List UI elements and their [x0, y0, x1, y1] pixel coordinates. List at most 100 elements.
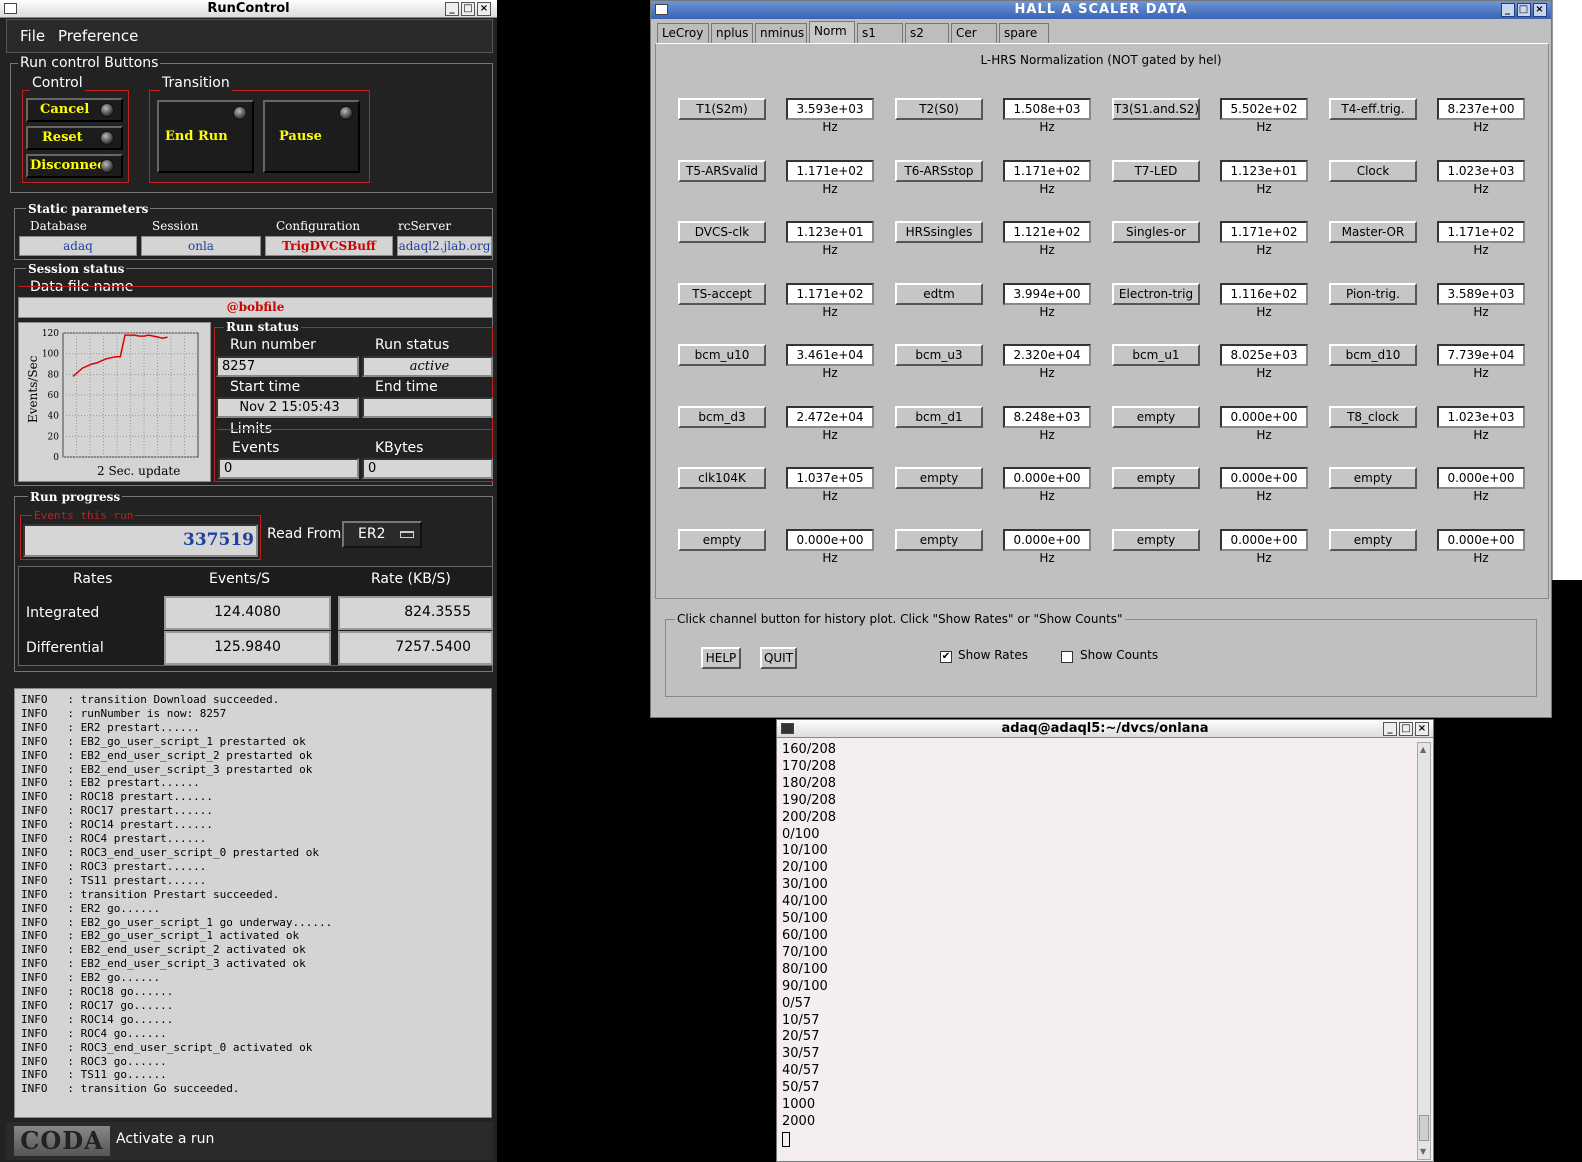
channel-button[interactable]: bcm_d3 [678, 406, 766, 428]
channel-button[interactable]: bcm_u10 [678, 344, 766, 366]
channel-button[interactable]: T1(S2m) [678, 98, 766, 120]
cancel-button[interactable]: Cancel [26, 98, 123, 122]
read-from-select[interactable]: ER2 [342, 521, 422, 548]
channel-button[interactable]: empty [895, 529, 983, 551]
channel-button[interactable]: bcm_d10 [1329, 344, 1417, 366]
tab-nminus[interactable]: nminus [755, 23, 807, 43]
channel-value[interactable]: 1.023e+03 Hz [1437, 160, 1525, 196]
channel-value[interactable]: 2.320e+04 Hz [1003, 344, 1091, 380]
minimize-icon[interactable]: _ [445, 2, 459, 16]
channel-value[interactable]: 1.171e+02 Hz [1003, 160, 1091, 196]
kbytes-limit-input[interactable]: 0 [362, 458, 493, 479]
tab-s2[interactable]: s2 [905, 23, 949, 43]
channel-value[interactable]: 1.121e+02 Hz [1003, 221, 1091, 257]
scroll-thumb[interactable] [1419, 1115, 1429, 1141]
channel-button[interactable]: bcm_u3 [895, 344, 983, 366]
channel-value[interactable]: 1.171e+02 Hz [786, 283, 874, 319]
scroll-up-icon[interactable]: ▲ [1420, 745, 1426, 754]
terminal-icon[interactable] [781, 723, 794, 734]
window-menu-icon[interactable] [4, 3, 17, 14]
channel-button[interactable]: Pion-trig. [1329, 283, 1417, 305]
channel-value[interactable]: 1.508e+03 Hz [1003, 98, 1091, 134]
channel-button[interactable]: T4-eff.trig. [1329, 98, 1417, 120]
channel-button[interactable]: DVCS-clk [678, 221, 766, 243]
channel-button[interactable]: empty [895, 467, 983, 489]
channel-value[interactable]: 3.593e+03 Hz [786, 98, 874, 134]
window-menu-icon[interactable] [655, 4, 668, 15]
channel-button[interactable]: edtm [895, 283, 983, 305]
channel-button[interactable]: empty [1329, 467, 1417, 489]
show-counts-checkbox[interactable] [1061, 651, 1073, 663]
tab-spare[interactable]: spare [999, 23, 1049, 43]
channel-button[interactable]: empty [1112, 467, 1200, 489]
end-run-button[interactable]: End Run [157, 100, 254, 173]
close-icon[interactable]: × [1533, 3, 1547, 17]
events-limit-input[interactable]: 0 [218, 458, 359, 479]
terminal-titlebar[interactable]: adaq@adaql5:~/dvcs/onlana _ □ × [777, 720, 1433, 738]
tab-lecroy[interactable]: LeCroy [657, 23, 709, 43]
channel-value[interactable]: 1.023e+03 Hz [1437, 406, 1525, 442]
channel-button[interactable]: empty [1112, 406, 1200, 428]
channel-button[interactable]: empty [1112, 529, 1200, 551]
channel-button[interactable]: Electron-trig [1112, 283, 1200, 305]
runcontrol-titlebar[interactable]: RunControl _ □ × [0, 0, 497, 18]
channel-button[interactable]: T6-ARSstop [895, 160, 983, 182]
close-icon[interactable]: × [1415, 722, 1429, 736]
channel-button[interactable]: empty [1329, 529, 1417, 551]
channel-button[interactable]: T2(S0) [895, 98, 983, 120]
channel-value[interactable]: 8.248e+03 Hz [1003, 406, 1091, 442]
channel-button[interactable]: T8_clock [1329, 406, 1417, 428]
tab-norm[interactable]: Norm [809, 21, 855, 44]
channel-value[interactable]: 0.000e+00 Hz [1220, 406, 1308, 442]
channel-value[interactable]: 0.000e+00 Hz [1220, 467, 1308, 503]
channel-button[interactable]: TS-accept [678, 283, 766, 305]
channel-value[interactable]: 0.000e+00 Hz [1437, 467, 1525, 503]
channel-value[interactable]: 0.000e+00 Hz [1437, 529, 1525, 565]
close-icon[interactable]: × [477, 2, 491, 16]
channel-button[interactable]: Master-OR [1329, 221, 1417, 243]
maximize-icon[interactable]: □ [461, 2, 475, 16]
channel-button[interactable]: bcm_u1 [1112, 344, 1200, 366]
channel-value[interactable]: 1.171e+02 Hz [1437, 221, 1525, 257]
channel-value[interactable]: 3.589e+03 Hz [1437, 283, 1525, 319]
channel-value[interactable]: 0.000e+00 Hz [786, 529, 874, 565]
scroll-down-icon[interactable]: ▼ [1420, 1147, 1426, 1156]
quit-button[interactable]: QUIT [760, 647, 797, 669]
minimize-icon[interactable]: _ [1383, 722, 1397, 736]
channel-button[interactable]: HRSsingles [895, 221, 983, 243]
channel-value[interactable]: 1.037e+05 Hz [786, 467, 874, 503]
channel-value[interactable]: 1.123e+01 Hz [1220, 160, 1308, 196]
maximize-icon[interactable]: □ [1399, 722, 1413, 736]
channel-button[interactable]: T7-LED [1112, 160, 1200, 182]
minimize-icon[interactable]: _ [1501, 3, 1515, 17]
channel-value[interactable]: 3.994e+00 Hz [1003, 283, 1091, 319]
channel-value[interactable]: 2.472e+04 Hz [786, 406, 874, 442]
channel-value[interactable]: 1.171e+02 Hz [786, 160, 874, 196]
channel-value[interactable]: 1.123e+01 Hz [786, 221, 874, 257]
scaler-titlebar[interactable]: HALL A SCALER DATA _ □ × [651, 1, 1551, 19]
channel-button[interactable]: bcm_d1 [895, 406, 983, 428]
menu-file[interactable]: File [20, 27, 45, 45]
channel-value[interactable]: 0.000e+00 Hz [1003, 467, 1091, 503]
channel-button[interactable]: T3(S1.and.S2) [1112, 98, 1200, 120]
channel-value[interactable]: 7.739e+04 Hz [1437, 344, 1525, 380]
terminal-scrollbar[interactable]: ▲ ▼ [1417, 742, 1431, 1160]
message-log[interactable]: INFO : transition Download succeeded. INF… [14, 688, 492, 1118]
tab-s1[interactable]: s1 [857, 23, 903, 43]
channel-button[interactable]: T5-ARSvalid [678, 160, 766, 182]
reset-button[interactable]: Reset [26, 126, 123, 150]
channel-button[interactable]: clk104K [678, 467, 766, 489]
channel-value[interactable]: 3.461e+04 Hz [786, 344, 874, 380]
channel-value[interactable]: 1.171e+02 Hz [1220, 221, 1308, 257]
tab-cer[interactable]: Cer [951, 23, 997, 43]
show-rates-checkbox[interactable]: ✔ [940, 651, 952, 663]
channel-value[interactable]: 8.025e+03 Hz [1220, 344, 1308, 380]
menu-preference[interactable]: Preference [58, 27, 138, 45]
terminal-output[interactable]: 160/208 170/208 180/208 190/208 200/208 0/100… [782, 742, 836, 1131]
channel-value[interactable]: 1.116e+02 Hz [1220, 283, 1308, 319]
channel-value[interactable]: 5.502e+02 Hz [1220, 98, 1308, 134]
channel-button[interactable]: Singles-or [1112, 221, 1200, 243]
channel-value[interactable]: 8.237e+00 Hz [1437, 98, 1525, 134]
disconnect-button[interactable]: Disconnect [26, 154, 123, 178]
channel-button[interactable]: Clock [1329, 160, 1417, 182]
